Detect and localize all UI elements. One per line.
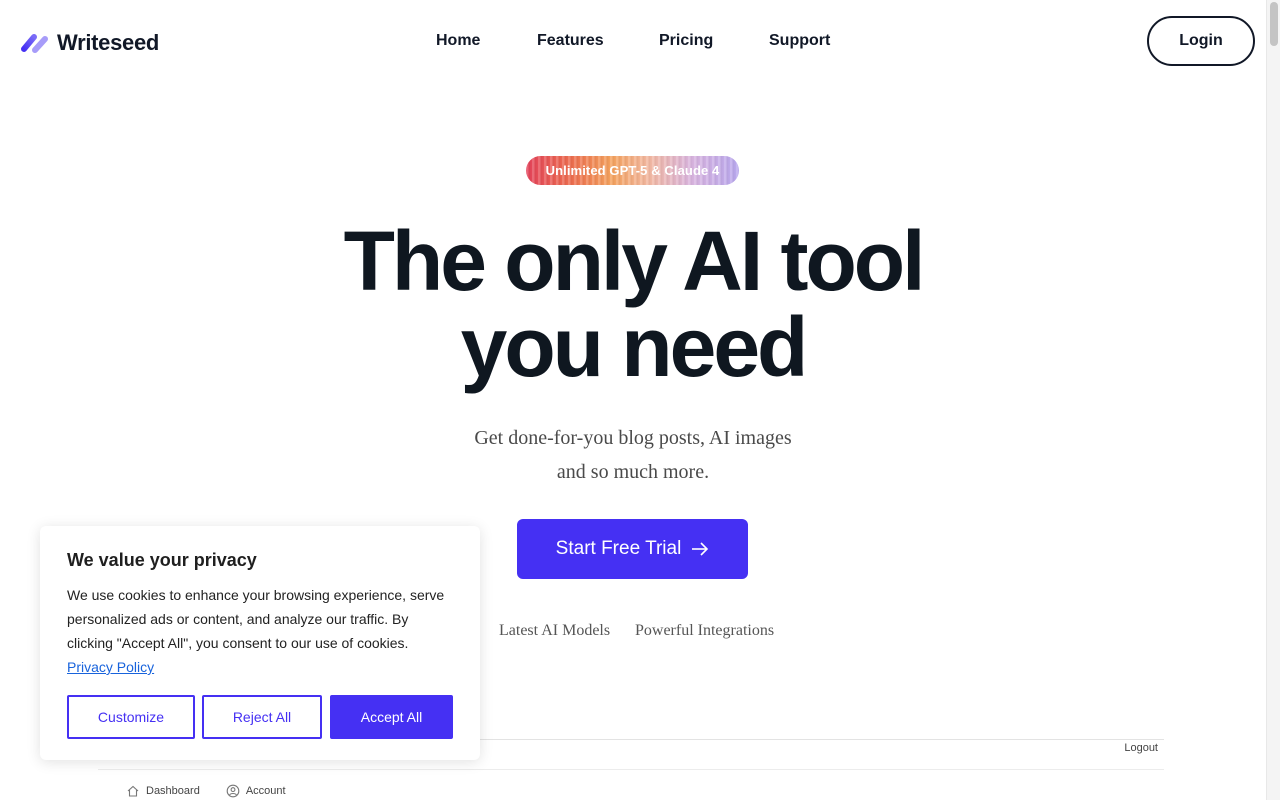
- privacy-policy-link[interactable]: Privacy Policy: [67, 659, 154, 675]
- start-free-trial-button[interactable]: Start Free Trial: [517, 519, 748, 579]
- subtext-line-1: Get done-for-you blog posts, AI images: [474, 427, 792, 449]
- hero-headline: The only AI tool you need: [0, 218, 1266, 390]
- writeseed-logo-icon: [21, 34, 48, 53]
- cookie-title: We value your privacy: [67, 550, 257, 570]
- headline-line-1: The only AI tool: [343, 214, 926, 308]
- cookie-description: We use cookies to enhance your browsing …: [67, 583, 457, 679]
- arrow-right-icon: [692, 542, 709, 556]
- brand-logo[interactable]: Writeseed: [21, 30, 159, 56]
- hero-subtext: Get done-for-you blog posts, AI images a…: [0, 421, 1266, 489]
- cookie-body-text: We use cookies to enhance your browsing …: [67, 587, 445, 651]
- scrollbar-thumb[interactable]: [1270, 2, 1278, 46]
- nav-pricing[interactable]: Pricing: [659, 32, 713, 50]
- cookie-customize-button[interactable]: Customize: [67, 695, 195, 739]
- user-circle-icon: [226, 784, 240, 798]
- cta-label: Start Free Trial: [555, 538, 682, 559]
- headline-line-2: you need: [460, 300, 809, 394]
- cookie-reject-all-button[interactable]: Reject All: [202, 695, 322, 739]
- nav-features[interactable]: Features: [537, 32, 604, 50]
- preview-nav-account: Account: [245, 785, 286, 797]
- badge-text: Unlimited GPT-5 & Claude 4: [545, 163, 720, 178]
- preview-logout: Logout: [1124, 742, 1158, 754]
- preview-nav: Dashboard Account: [126, 784, 286, 798]
- brand-name: Writeseed: [57, 30, 160, 55]
- cookie-accept-all-button[interactable]: Accept All: [330, 695, 453, 739]
- login-button[interactable]: Login: [1147, 16, 1255, 66]
- subtext-line-2: and so much more.: [556, 461, 710, 483]
- nav-home[interactable]: Home: [436, 32, 480, 50]
- preview-nav-dashboard: Dashboard: [146, 785, 200, 797]
- site-header: Writeseed Home Features Pricing Support …: [0, 0, 1266, 84]
- home-icon: [127, 785, 139, 797]
- nav-support[interactable]: Support: [769, 32, 830, 50]
- feature-powerful-integrations: Powerful Integrations: [635, 622, 775, 639]
- feature-latest-ai-models: Latest AI Models: [499, 622, 611, 639]
- cookie-consent-banner: We value your privacy We use cookies to …: [40, 526, 480, 760]
- page-scrollbar[interactable]: [1266, 0, 1280, 800]
- model-badge: Unlimited GPT-5 & Claude 4: [526, 156, 739, 185]
